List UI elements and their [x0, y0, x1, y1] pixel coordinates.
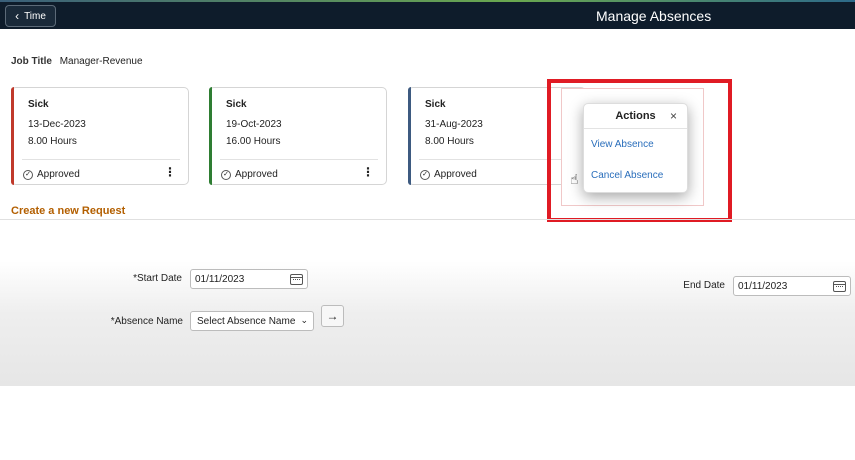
- section-divider: [0, 219, 855, 220]
- approved-check-icon: ✓: [420, 169, 430, 180]
- popover-divider: [584, 128, 687, 129]
- section-title: Create a new Request: [11, 205, 126, 217]
- chevron-down-icon: ⌄: [300, 315, 308, 325]
- card-divider: [22, 159, 180, 160]
- absence-status: ✓ Approved: [420, 169, 477, 180]
- approved-check-icon: ✓: [221, 169, 231, 180]
- card-divider: [220, 159, 378, 160]
- status-label: Approved: [37, 169, 80, 180]
- absence-name-value: Select Absence Name: [197, 315, 296, 327]
- absence-date: 31-Aug-2023: [425, 119, 483, 130]
- chevron-left-icon: ‹: [15, 9, 20, 23]
- cancel-absence-link[interactable]: Cancel Absence: [591, 170, 663, 181]
- absence-card[interactable]: Sick 13-Dec-2023 8.00 Hours ✓ Approved ⋮: [11, 87, 189, 185]
- calendar-icon[interactable]: [290, 274, 303, 285]
- start-date-label: *Start Date: [133, 273, 182, 284]
- back-time-button[interactable]: ‹ Time: [5, 5, 56, 27]
- end-date-input[interactable]: 01/11/2023: [733, 276, 851, 296]
- absence-status: ✓ Approved: [23, 169, 80, 180]
- absence-date: 19-Oct-2023: [226, 119, 282, 130]
- job-title-row: Job Title Manager-Revenue: [11, 56, 143, 67]
- end-date-value: 01/11/2023: [738, 280, 788, 292]
- status-label: Approved: [235, 169, 278, 180]
- view-absence-link[interactable]: View Absence: [591, 139, 654, 150]
- absence-hours: 8.00 Hours: [28, 136, 77, 147]
- absence-type: Sick: [28, 99, 49, 110]
- absence-date: 13-Dec-2023: [28, 119, 86, 130]
- close-icon[interactable]: ×: [670, 109, 677, 123]
- absence-hours: 8.00 Hours: [425, 136, 474, 147]
- actions-popover: Actions × View Absence Cancel Absence: [583, 103, 688, 193]
- absence-name-select[interactable]: Select Absence Name ⌄: [190, 311, 314, 331]
- absence-type: Sick: [425, 99, 446, 110]
- app-header: ‹ Time Manage Absences: [0, 2, 855, 29]
- start-date-value: 01/11/2023: [195, 273, 245, 285]
- start-date-input[interactable]: 01/11/2023: [190, 269, 308, 289]
- job-title-value: Manager-Revenue: [59, 56, 143, 67]
- absence-status: ✓ Approved: [221, 169, 278, 180]
- end-date-label: End Date: [683, 280, 725, 291]
- card-accent-bar: [11, 87, 14, 185]
- absence-card[interactable]: Sick 19-Oct-2023 16.00 Hours ✓ Approved …: [209, 87, 387, 185]
- absence-hours: 16.00 Hours: [226, 136, 281, 147]
- status-label: Approved: [434, 169, 477, 180]
- more-actions-icon[interactable]: ⋮: [164, 166, 176, 178]
- more-actions-icon[interactable]: ⋮: [362, 166, 374, 178]
- absence-type: Sick: [226, 99, 247, 110]
- request-form-area: [0, 226, 855, 386]
- job-title-label: Job Title: [11, 56, 52, 67]
- calendar-icon[interactable]: [833, 281, 846, 292]
- page-title: Manage Absences: [596, 8, 712, 24]
- back-button-label: Time: [24, 10, 46, 22]
- card-accent-bar: [408, 87, 411, 185]
- arrow-right-icon: →: [326, 309, 339, 323]
- absence-name-label: *Absence Name: [110, 316, 183, 327]
- go-arrow-button[interactable]: →: [321, 305, 344, 327]
- approved-check-icon: ✓: [23, 169, 33, 180]
- card-accent-bar: [209, 87, 212, 185]
- hand-cursor-icon: ☝: [570, 171, 579, 187]
